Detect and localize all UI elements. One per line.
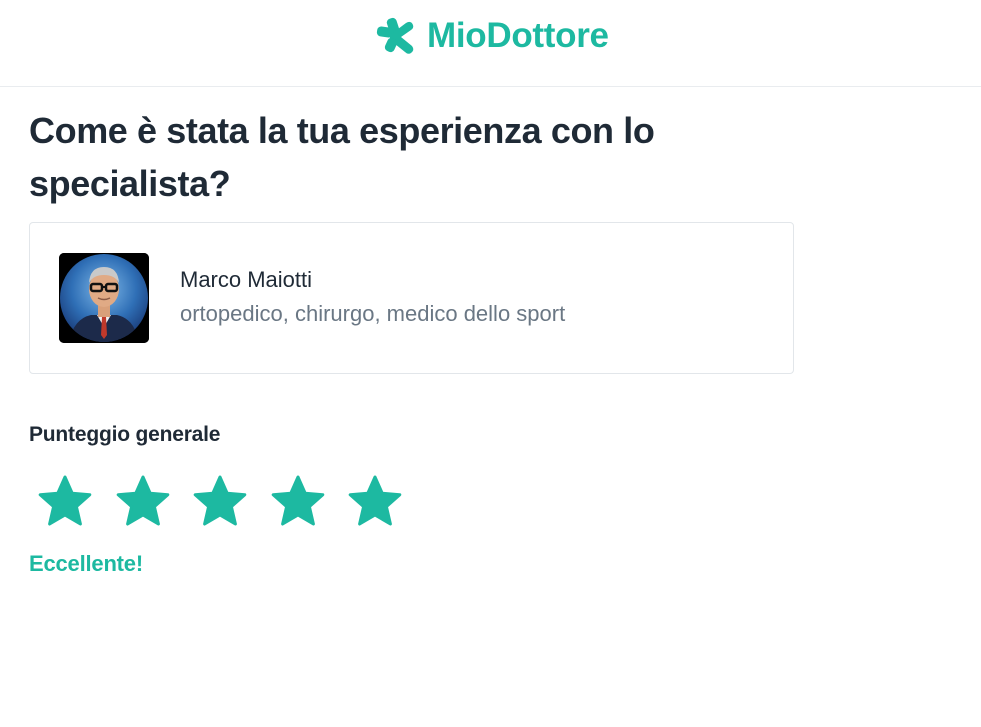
top-header: MioDottore bbox=[0, 0, 981, 87]
brand-name: MioDottore bbox=[427, 16, 609, 55]
star-icon bbox=[271, 475, 324, 526]
star-3-button[interactable] bbox=[191, 474, 249, 530]
star-icon bbox=[348, 475, 402, 526]
page-title: Come è stata la tua esperienza con lo sp… bbox=[29, 110, 655, 204]
star-icon bbox=[116, 475, 169, 526]
star-2-button[interactable] bbox=[114, 474, 172, 530]
star-1-button[interactable] bbox=[36, 474, 94, 530]
brand-logo[interactable]: MioDottore bbox=[376, 15, 609, 57]
star-4-button[interactable] bbox=[269, 474, 327, 530]
doctor-avatar bbox=[59, 253, 149, 343]
rating-result-text: Eccellente! bbox=[29, 551, 143, 576]
star-5-button[interactable] bbox=[346, 474, 404, 530]
doctor-name: Marco Maiotti bbox=[180, 267, 313, 292]
miodottore-logo-icon bbox=[376, 17, 414, 54]
doctor-card: Marco Maiotti ortopedico, chirurgo, medi… bbox=[29, 222, 794, 374]
overall-rating-label: Punteggio generale bbox=[29, 423, 221, 446]
star-icon bbox=[193, 475, 247, 526]
doctor-photo bbox=[59, 253, 149, 343]
star-rating[interactable] bbox=[36, 474, 424, 530]
star-icon bbox=[38, 475, 92, 526]
doctor-specialties: ortopedico, chirurgo, medico dello sport bbox=[180, 301, 566, 326]
